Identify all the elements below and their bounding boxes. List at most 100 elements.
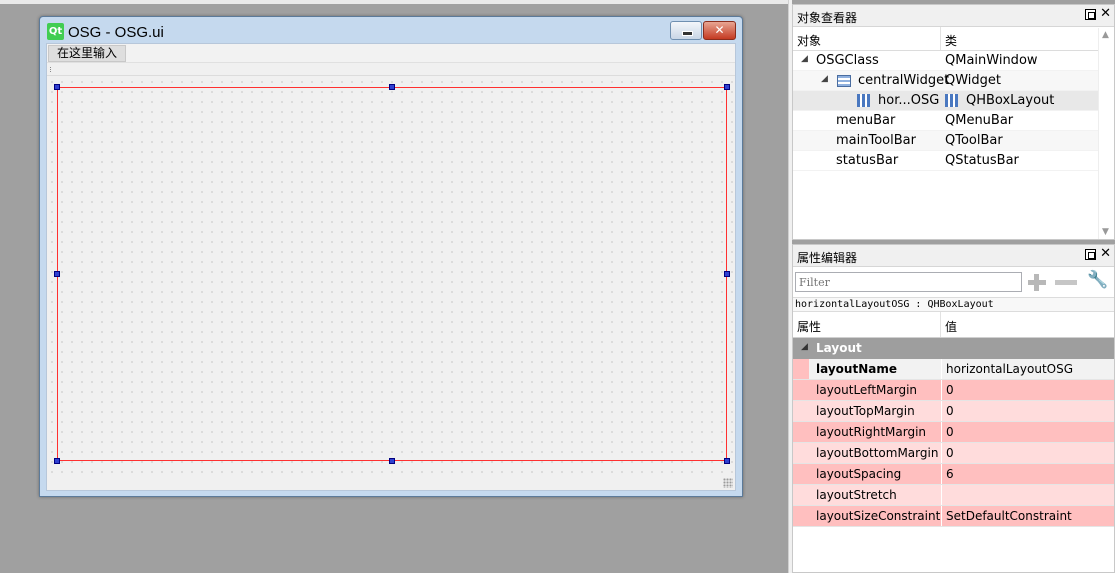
column-header-value[interactable]: 值 [945, 318, 957, 335]
hbox-layout-icon [857, 94, 872, 107]
property-name: layoutTopMargin [816, 404, 915, 418]
property-value[interactable]: 0 [946, 383, 954, 397]
column-header-property[interactable]: 属性 [797, 318, 821, 335]
close-dock-icon[interactable]: ✕ [1100, 7, 1111, 21]
design-canvas: Qt OSG - OSG.ui ✕ 在这里输入 [0, 0, 788, 573]
property-row-layoutstretch[interactable]: layoutStretch [793, 485, 1114, 506]
tree-object-class: QToolBar [945, 133, 1003, 148]
close-dock-icon[interactable]: ✕ [1100, 247, 1111, 261]
form-toolbar [47, 63, 735, 76]
property-filter-row: 🔧 [793, 267, 1114, 297]
tree-row-menubar[interactable]: menuBar QMenuBar [793, 111, 1098, 131]
property-editor-title: 属性编辑器 [797, 251, 858, 265]
object-tree-scrollbar[interactable]: ▲ ▼ [1098, 28, 1114, 239]
tree-object-class: QWidget [945, 73, 1002, 88]
minimize-button[interactable] [670, 21, 702, 40]
tree-object-name: menuBar [836, 113, 896, 128]
menu-type-here-item[interactable]: 在这里输入 [48, 45, 127, 62]
property-value[interactable]: SetDefaultConstraint [946, 509, 1072, 523]
property-editor-dock: 属性编辑器 ✕ 🔧 horizontalLayoutOSG : QHBoxLay… [792, 244, 1115, 573]
property-row-layoutspacing[interactable]: layoutSpacing 6 [793, 464, 1114, 485]
tree-row-centralwidget[interactable]: ◢ centralWidget QWidget [793, 71, 1098, 91]
expand-arrow-icon[interactable]: ◢ [821, 74, 828, 84]
form-statusbar [47, 475, 735, 490]
wrench-configure-icon[interactable]: 🔧 [1087, 270, 1111, 294]
resize-handle-left[interactable] [54, 271, 60, 277]
column-divider [940, 27, 941, 50]
tree-row-maintoolbar[interactable]: mainToolBar QToolBar [793, 131, 1098, 151]
scroll-up-icon[interactable]: ▲ [1102, 30, 1109, 40]
object-inspector-titlebar[interactable]: 对象查看器 ✕ [793, 5, 1114, 27]
form-title: OSG - OSG.ui [68, 24, 164, 41]
object-inspector-dock: 对象查看器 ✕ 对象 类 ◢ OSGClass QMainWindow ◢ ce… [792, 4, 1115, 240]
property-row-layoutbottommargin[interactable]: layoutBottomMargin 0 [793, 443, 1114, 464]
property-filter-input[interactable] [795, 272, 1022, 292]
property-group-layout[interactable]: ◢ Layout [793, 338, 1114, 359]
property-value[interactable]: 0 [946, 404, 954, 418]
tree-object-name: hor...OSG [878, 93, 940, 108]
property-value[interactable]: 6 [946, 467, 954, 481]
tree-object-name: mainToolBar [836, 133, 916, 148]
property-value[interactable]: 0 [946, 446, 954, 460]
resize-handle-bottom[interactable] [389, 458, 395, 464]
column-divider [941, 485, 942, 505]
form-titlebar[interactable]: Qt OSG - OSG.ui ✕ [40, 17, 742, 41]
property-row-layoutrightmargin[interactable]: layoutRightMargin 0 [793, 422, 1114, 443]
close-icon: ✕ [714, 23, 725, 37]
tree-row-horizontal-layout[interactable]: hor...OSG QHBoxLayout [793, 91, 1098, 111]
resize-handle-top[interactable] [389, 84, 395, 90]
form-client-area: 在这里输入 [46, 43, 736, 491]
tree-row-osgclass[interactable]: ◢ OSGClass QMainWindow [793, 51, 1098, 71]
property-name: layoutSpacing [816, 467, 902, 481]
central-widget-grid[interactable] [47, 77, 735, 475]
column-divider [941, 380, 942, 400]
scroll-down-icon[interactable]: ▼ [1102, 227, 1109, 237]
column-divider [941, 506, 942, 526]
property-row-layoutsizeconstraint[interactable]: layoutSizeConstraint SetDefaultConstrain… [793, 506, 1114, 527]
horizontal-layout-frame[interactable] [57, 87, 727, 461]
expand-arrow-icon[interactable]: ◢ [801, 54, 808, 64]
tree-object-class: QHBoxLayout [966, 93, 1055, 108]
float-dock-icon[interactable] [1085, 249, 1096, 260]
column-header-class[interactable]: 类 [945, 32, 957, 49]
property-editor-titlebar[interactable]: 属性编辑器 ✕ [793, 245, 1114, 267]
property-row-layoutleftmargin[interactable]: layoutLeftMargin 0 [793, 380, 1114, 401]
tree-object-class: QMenuBar [945, 113, 1014, 128]
property-table-header: 属性 值 [793, 312, 1114, 338]
tree-object-name: OSGClass [816, 53, 879, 68]
expand-arrow-icon[interactable]: ◢ [801, 342, 808, 352]
tree-row-statusbar[interactable]: statusBar QStatusBar [793, 151, 1098, 171]
canvas-top-border [0, 0, 788, 4]
size-grip-icon[interactable] [723, 478, 733, 488]
property-name: layoutRightMargin [816, 425, 927, 439]
form-menubar: 在这里输入 [47, 44, 735, 63]
qt-logo-icon: Qt [47, 23, 64, 40]
column-divider [940, 312, 941, 337]
property-group-label: Layout [816, 341, 862, 355]
add-dynamic-property-icon[interactable] [1026, 272, 1048, 292]
property-name: layoutName [816, 362, 897, 376]
float-dock-icon[interactable] [1085, 9, 1096, 20]
property-row-marker [793, 359, 809, 379]
resize-handle-top-right[interactable] [724, 84, 730, 90]
widget-icon [837, 75, 851, 87]
property-row-layouttopmargin[interactable]: layoutTopMargin 0 [793, 401, 1114, 422]
resize-handle-top-left[interactable] [54, 84, 60, 90]
property-value[interactable]: 0 [946, 425, 954, 439]
property-name: layoutLeftMargin [816, 383, 918, 397]
resize-handle-right[interactable] [724, 271, 730, 277]
toolbar-handle[interactable] [50, 67, 52, 72]
form-preview-window[interactable]: Qt OSG - OSG.ui ✕ 在这里输入 [39, 16, 743, 497]
property-name: layoutSizeConstraint [816, 509, 941, 523]
property-row-layoutname[interactable]: layoutName horizontalLayoutOSG [793, 359, 1114, 380]
resize-handle-bottom-left[interactable] [54, 458, 60, 464]
close-button[interactable]: ✕ [703, 21, 736, 40]
property-value[interactable]: horizontalLayoutOSG [946, 362, 1073, 376]
property-name: layoutStretch [816, 488, 897, 502]
column-header-object[interactable]: 对象 [797, 32, 821, 49]
tree-object-class: QMainWindow [945, 53, 1038, 68]
resize-handle-bottom-right[interactable] [724, 458, 730, 464]
tree-object-name: centralWidget [858, 73, 950, 88]
column-divider [941, 464, 942, 484]
remove-dynamic-property-icon[interactable] [1055, 280, 1077, 285]
